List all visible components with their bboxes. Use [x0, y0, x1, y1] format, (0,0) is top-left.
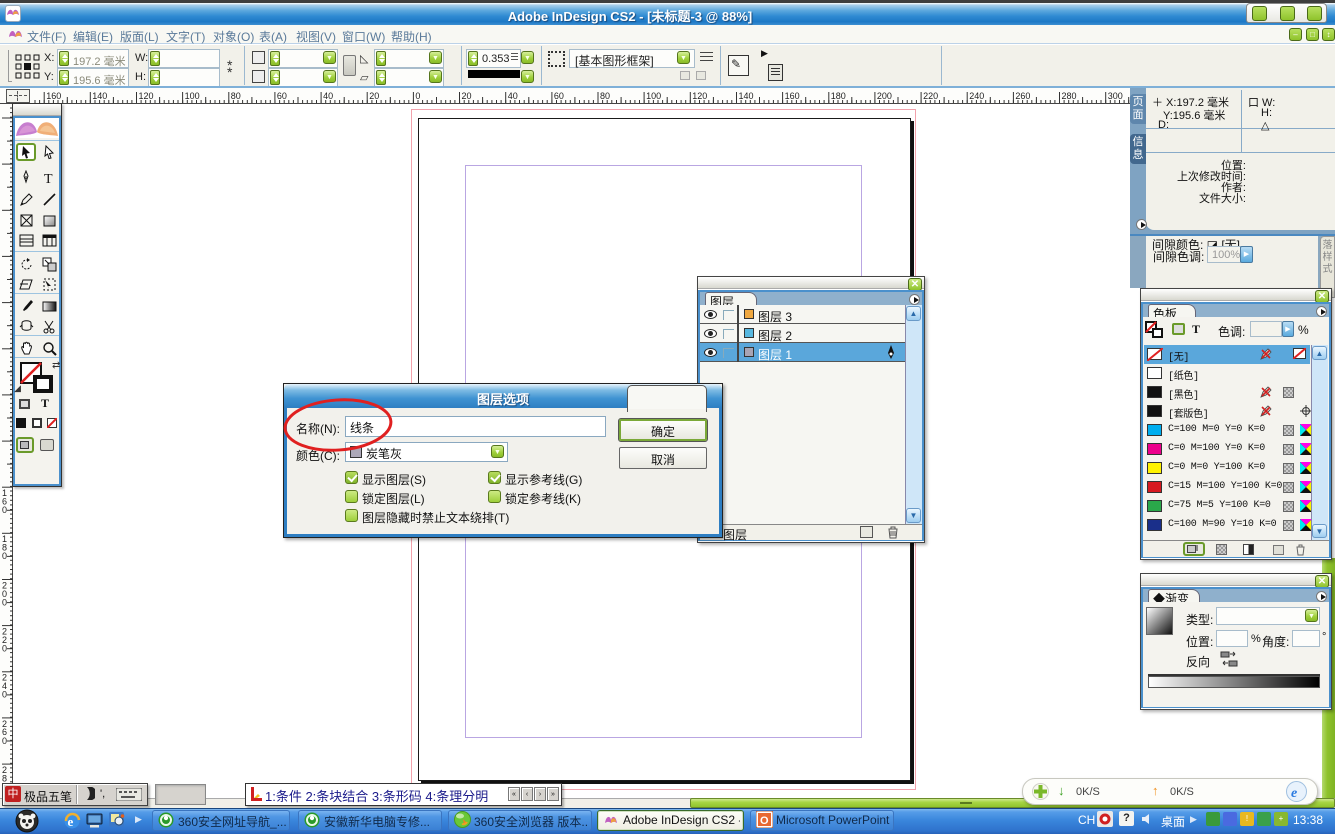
svg-text:20: 20 — [462, 91, 472, 101]
svg-text:140: 140 — [739, 91, 754, 101]
svg-text:e: e — [68, 814, 74, 829]
svg-text:160: 160 — [785, 91, 800, 101]
svg-text:0: 0 — [2, 505, 7, 515]
svg-text:0: 0 — [2, 690, 7, 700]
svg-text:300: 300 — [1108, 91, 1123, 101]
svg-text:20: 20 — [369, 91, 379, 101]
svg-text:0: 0 — [2, 736, 7, 746]
svg-text:140: 140 — [92, 91, 107, 101]
svg-text:T: T — [44, 172, 53, 185]
svg-text:e: e — [1291, 786, 1297, 801]
svg-text:80: 80 — [600, 91, 610, 101]
svg-text:120: 120 — [139, 91, 154, 101]
svg-text:O: O — [760, 815, 769, 827]
svg-text:100: 100 — [646, 91, 661, 101]
svg-text:120: 120 — [692, 91, 707, 101]
svg-text:0: 0 — [2, 644, 7, 654]
svg-text:100: 100 — [185, 91, 200, 101]
svg-text:220: 220 — [923, 91, 938, 101]
svg-text:240: 240 — [969, 91, 984, 101]
svg-text:280: 280 — [1062, 91, 1077, 101]
svg-text:0: 0 — [415, 91, 420, 101]
svg-text:0: 0 — [2, 551, 7, 561]
svg-text:40: 40 — [323, 91, 333, 101]
svg-text:260: 260 — [1015, 91, 1030, 101]
svg-text:80: 80 — [231, 91, 241, 101]
svg-text:200: 200 — [877, 91, 892, 101]
svg-text:180: 180 — [831, 91, 846, 101]
svg-text:160: 160 — [46, 91, 61, 101]
svg-text:40: 40 — [508, 91, 518, 101]
svg-text:60: 60 — [277, 91, 287, 101]
svg-text:0: 0 — [2, 597, 7, 607]
svg-text:60: 60 — [554, 91, 564, 101]
